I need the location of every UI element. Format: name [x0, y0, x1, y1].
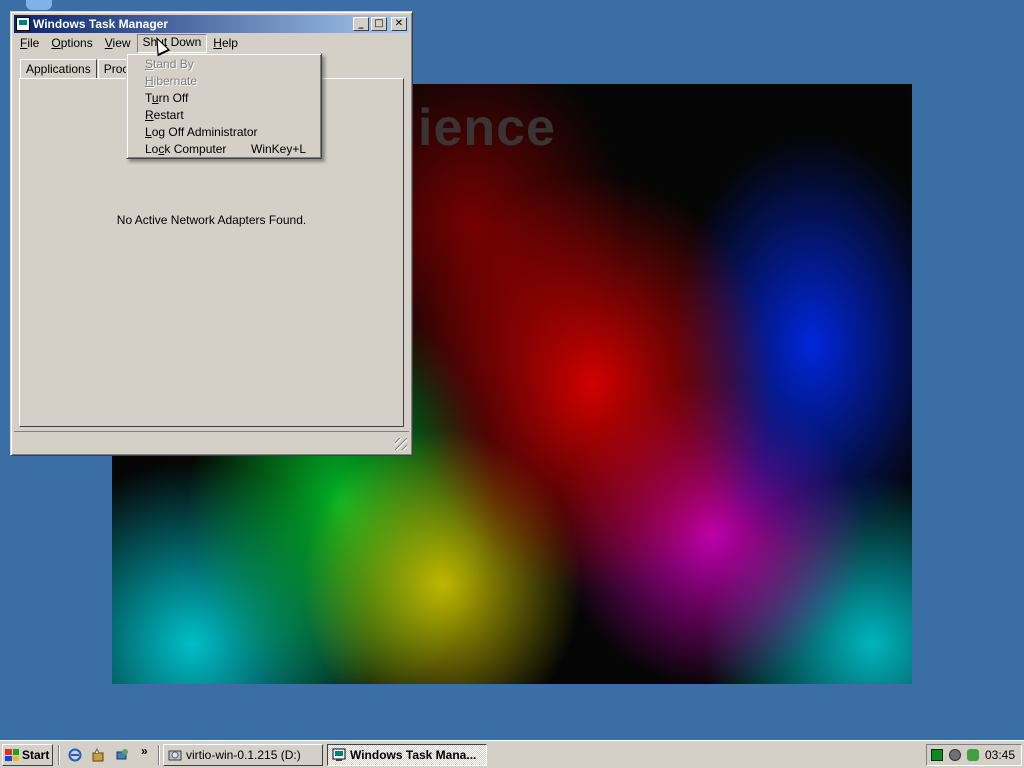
menu-view-label: iew [112, 35, 131, 50]
menu-item-log-off[interactable]: Log Off Administrator [127, 124, 321, 141]
taskbar-button-cd-drive[interactable]: virtio-win-0.1.215 (D:) [163, 744, 323, 766]
taskbar-separator [58, 745, 60, 765]
hibernate-label: ibernate [153, 74, 198, 88]
title-bar[interactable]: Windows Task Manager _ □ ✕ [14, 15, 409, 33]
menu-file[interactable]: File [14, 35, 45, 52]
tab-applications[interactable]: Applications [20, 59, 97, 78]
menu-item-lock-computer[interactable]: Lock Computer WinKey+L [127, 141, 321, 158]
desktop-icon-stub[interactable] [26, 0, 52, 10]
lock-computer-shortcut: WinKey+L [251, 142, 307, 156]
turn-off-pre: T [145, 91, 152, 105]
menu-item-hibernate: Hibernate [127, 73, 321, 90]
windows-logo-icon [5, 749, 19, 761]
turn-off-label: rn Off [158, 91, 189, 105]
shut-down-menu: Stand By Hibernate Turn Off Restart Log … [126, 53, 322, 159]
menu-options-accel: O [51, 35, 61, 50]
taskbar: Start » virtio-win-0.1.215 (D:) Windows … [0, 740, 1024, 768]
restart-accel: R [145, 108, 154, 122]
taskbar-clock[interactable]: 03:45 [985, 748, 1015, 762]
maximize-button[interactable]: □ [371, 17, 387, 31]
menu-item-stand-by: Stand By [127, 56, 321, 73]
menu-item-turn-off[interactable]: Turn Off [127, 90, 321, 107]
hibernate-accel: H [145, 74, 154, 88]
start-button[interactable]: Start [2, 744, 53, 766]
window-title: Windows Task Manager [33, 17, 169, 31]
task-manager-taskbar-icon [332, 748, 346, 761]
menu-item-restart[interactable]: Restart [127, 107, 321, 124]
menu-shut-down[interactable]: Shut Down [136, 33, 208, 53]
internet-explorer-icon[interactable] [66, 746, 84, 764]
system-tray: 03:45 [926, 744, 1022, 766]
menu-file-label: ile [27, 35, 40, 50]
menu-help-label: elp [221, 35, 238, 50]
volume-tray-icon[interactable] [949, 749, 961, 761]
status-bar [14, 431, 409, 452]
stand-by-accel: S [145, 57, 154, 71]
restart-label: estart [153, 108, 184, 122]
minimize-button[interactable]: _ [353, 17, 369, 31]
stand-by-label: tand By [153, 57, 194, 71]
resize-grip-icon[interactable] [395, 438, 407, 450]
cpu-usage-tray-icon[interactable] [931, 749, 943, 761]
menu-help[interactable]: Help [207, 35, 244, 52]
task-label-task-manager: Windows Task Mana... [350, 748, 477, 762]
menu-bar: File Options View Shut Down Help [14, 33, 409, 53]
turn-off-accel: u [151, 91, 159, 105]
cd-drive-icon [168, 750, 182, 761]
task-label-cd-drive: virtio-win-0.1.215 (D:) [186, 748, 301, 762]
menu-options[interactable]: Options [45, 35, 98, 52]
quick-launch-more-button[interactable]: » [141, 744, 148, 758]
show-desktop-icon[interactable] [90, 746, 108, 764]
log-off-label: og Off Administrator [151, 125, 258, 139]
menu-help-accel: H [213, 35, 222, 50]
menu-options-label: ptions [60, 35, 93, 50]
menu-view-accel: V [104, 35, 113, 50]
no-adapters-message: No Active Network Adapters Found. [116, 213, 307, 227]
wallpaper-text: ience [418, 99, 556, 157]
lock-computer-label: k Computer [164, 142, 227, 156]
taskbar-button-task-manager[interactable]: Windows Task Mana... [327, 744, 487, 766]
taskbar-separator-2 [158, 745, 160, 765]
menu-shut-down-label: Down [167, 34, 202, 49]
log-off-accel: L [145, 125, 152, 139]
menu-view[interactable]: View [99, 35, 137, 52]
close-button[interactable]: ✕ [391, 17, 407, 31]
start-label: Start [22, 748, 50, 762]
safely-remove-hardware-tray-icon[interactable] [967, 749, 979, 761]
network-tool-icon[interactable] [113, 746, 131, 764]
task-manager-icon [16, 17, 30, 31]
lock-computer-pre: Lo [145, 142, 159, 156]
